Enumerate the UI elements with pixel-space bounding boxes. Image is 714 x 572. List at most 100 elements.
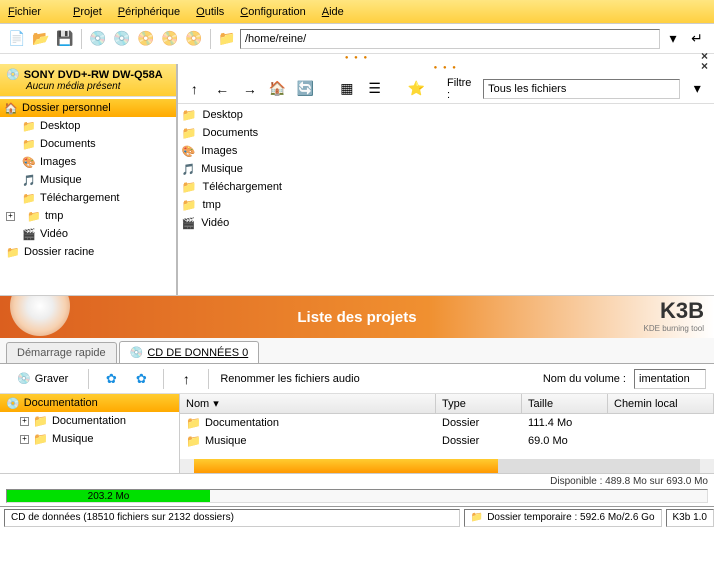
file-row[interactable]: 📁tmp — [182, 196, 710, 214]
capacity-text: Disponible : 489.8 Mo sur 693.0 Mo — [6, 476, 708, 487]
cd-audio-icon[interactable]: 💿 — [111, 28, 133, 50]
menu-configuration[interactable]: Configuration — [240, 6, 305, 18]
status-cd-info: CD de données (18510 fichiers sur 2132 d… — [4, 509, 460, 527]
tab-quick-start[interactable]: Démarrage rapide — [6, 342, 117, 363]
table-row[interactable]: 📁Documentation Dossier 111.4 Mo — [180, 414, 714, 432]
tree-item[interactable]: 📁Téléchargement — [0, 189, 176, 207]
folder-icon: 📁 — [22, 137, 36, 151]
music-icon: 🎵 — [182, 163, 196, 176]
dvd-icon[interactable]: 📀 — [135, 28, 157, 50]
parent-button[interactable]: ↑ — [175, 368, 197, 390]
file-row[interactable]: 📁Documents — [182, 124, 710, 142]
gear-button-2[interactable]: ✿ — [130, 368, 152, 390]
proj-tree-item[interactable]: +📁Documentation — [0, 412, 179, 430]
path-input[interactable] — [240, 29, 660, 49]
tree-dossier-racine[interactable]: 📁Dossier racine — [0, 243, 176, 261]
burn-button[interactable]: 💿Graver — [8, 368, 77, 389]
capacity-bar: 203.2 Mo — [6, 489, 708, 503]
path-go-button[interactable]: ↵ — [686, 28, 708, 50]
project-content: 💿Documentation +📁Documentation +📁Musique… — [0, 394, 714, 474]
folder-icon: 📁 — [182, 180, 197, 194]
menu-outils[interactable]: Outils — [196, 6, 224, 18]
folder-icon: 📁 — [22, 191, 36, 205]
separator — [208, 369, 209, 389]
up-button[interactable]: ↑ — [184, 78, 206, 100]
proj-tree-root[interactable]: 💿Documentation — [0, 394, 179, 412]
panel-handle[interactable]: ● ● ●× — [178, 64, 714, 74]
sort-icon: ▾ — [213, 397, 219, 410]
file-row[interactable]: 🎬Vidéo — [182, 214, 710, 232]
expand-icon[interactable]: + — [20, 435, 29, 444]
project-tabs: Démarrage rapide 💿CD DE DONNÉES 0 — [0, 338, 714, 364]
path-dropdown[interactable]: ▾ — [662, 28, 684, 50]
expand-icon[interactable]: + — [6, 212, 15, 221]
panel-handle[interactable]: ● ● ●× — [0, 54, 714, 64]
device-tree-pane: 💿SONY DVD+-RW DW-Q58A Aucun média présen… — [0, 64, 178, 295]
folder-root-icon: 📁 — [6, 245, 20, 259]
forward-button[interactable]: → — [239, 78, 261, 100]
table-row[interactable]: 📁Musique Dossier 69.0 Mo — [180, 432, 714, 450]
tree-dossier-personnel[interactable]: 🏠Dossier personnel — [0, 99, 176, 117]
disc-icon: 💿 — [6, 397, 20, 410]
filter-label: Filtre : — [447, 77, 477, 101]
tree-item[interactable]: 🎬Vidéo — [0, 225, 176, 243]
filter-select[interactable] — [483, 79, 680, 99]
file-row[interactable]: 🎵Musique — [182, 160, 710, 178]
folder-icon: 📁 — [33, 414, 48, 428]
file-row[interactable]: 📁Téléchargement — [182, 178, 710, 196]
projects-title: Liste des projets — [297, 309, 416, 326]
new-project-button[interactable]: 📄 — [6, 28, 28, 50]
save-button[interactable]: 💾 — [54, 28, 76, 50]
disc-icon: 💿 — [6, 68, 20, 81]
th-taille[interactable]: Taille — [522, 394, 608, 413]
folder-icon: 📁 — [186, 416, 201, 430]
th-nom[interactable]: Nom ▾ — [180, 394, 436, 413]
cd-icon[interactable]: 💿 — [87, 28, 109, 50]
gear-button-1[interactable]: ✿ — [100, 368, 122, 390]
menu-peripherique[interactable]: Périphérique — [118, 6, 180, 18]
menu-fichier[interactable]: Fichier — [8, 6, 57, 18]
dvd-video-icon[interactable]: 📀 — [183, 28, 205, 50]
upper-area: 💿SONY DVD+-RW DW-Q58A Aucun média présen… — [0, 64, 714, 296]
view-icons-button[interactable]: ▦ — [336, 78, 358, 100]
folder-icon: 📁 — [22, 119, 36, 133]
folder-icon: 📁 — [182, 108, 197, 122]
menubar: Fichier Projet Périphérique Outils Confi… — [0, 0, 714, 24]
status-version: K3b 1.0 — [666, 509, 714, 527]
tree-item[interactable]: 📁Documents — [0, 135, 176, 153]
proj-tree-item[interactable]: +📁Musique — [0, 430, 179, 448]
th-chemin[interactable]: Chemin local — [608, 394, 714, 413]
bookmark-button[interactable]: ⭐ — [405, 78, 427, 100]
local-tree: 🏠Dossier personnel 📁Desktop 📁Documents 🎨… — [0, 97, 176, 295]
main-toolbar: 📄 📂 💾 💿 💿 📀 📀 📀 📁 ▾ ↵ — [0, 24, 714, 54]
horizontal-scrollbar[interactable] — [180, 459, 714, 473]
home-button[interactable]: 🏠 — [267, 78, 289, 100]
rename-label[interactable]: Renommer les fichiers audio — [220, 373, 359, 385]
tree-item[interactable]: 🎵Musique — [0, 171, 176, 189]
disc-graphic — [10, 296, 70, 338]
filter-dropdown[interactable]: ▾ — [686, 78, 708, 100]
view-list-button[interactable]: ☰ — [364, 78, 386, 100]
music-icon: 🎵 — [22, 173, 36, 187]
folder-icon: 📁 — [471, 512, 483, 523]
tree-item[interactable]: 🎨Images — [0, 153, 176, 171]
reload-button[interactable]: 🔄 — [294, 78, 316, 100]
device-header[interactable]: 💿SONY DVD+-RW DW-Q58A Aucun média présen… — [0, 64, 176, 97]
file-row[interactable]: 📁Desktop — [182, 106, 710, 124]
dvd-mixed-icon[interactable]: 📀 — [159, 28, 181, 50]
close-panel-icon[interactable]: × — [701, 62, 710, 70]
expand-icon[interactable]: + — [20, 417, 29, 426]
volume-label: Nom du volume : — [543, 373, 626, 385]
capacity-fill: 203.2 Mo — [7, 490, 210, 502]
tree-item[interactable]: +📁tmp — [0, 207, 176, 225]
volume-input[interactable] — [634, 369, 706, 389]
menu-aide[interactable]: Aide — [322, 6, 344, 18]
open-button[interactable]: 📂 — [30, 28, 52, 50]
folder-nav-icon[interactable]: 📁 — [216, 28, 238, 50]
th-type[interactable]: Type — [436, 394, 522, 413]
back-button[interactable]: ← — [211, 78, 233, 100]
file-row[interactable]: 🎨Images — [182, 142, 710, 160]
tab-cd-data[interactable]: 💿CD DE DONNÉES 0 — [119, 341, 260, 363]
menu-projet[interactable]: Projet — [73, 6, 102, 18]
tree-item[interactable]: 📁Desktop — [0, 117, 176, 135]
